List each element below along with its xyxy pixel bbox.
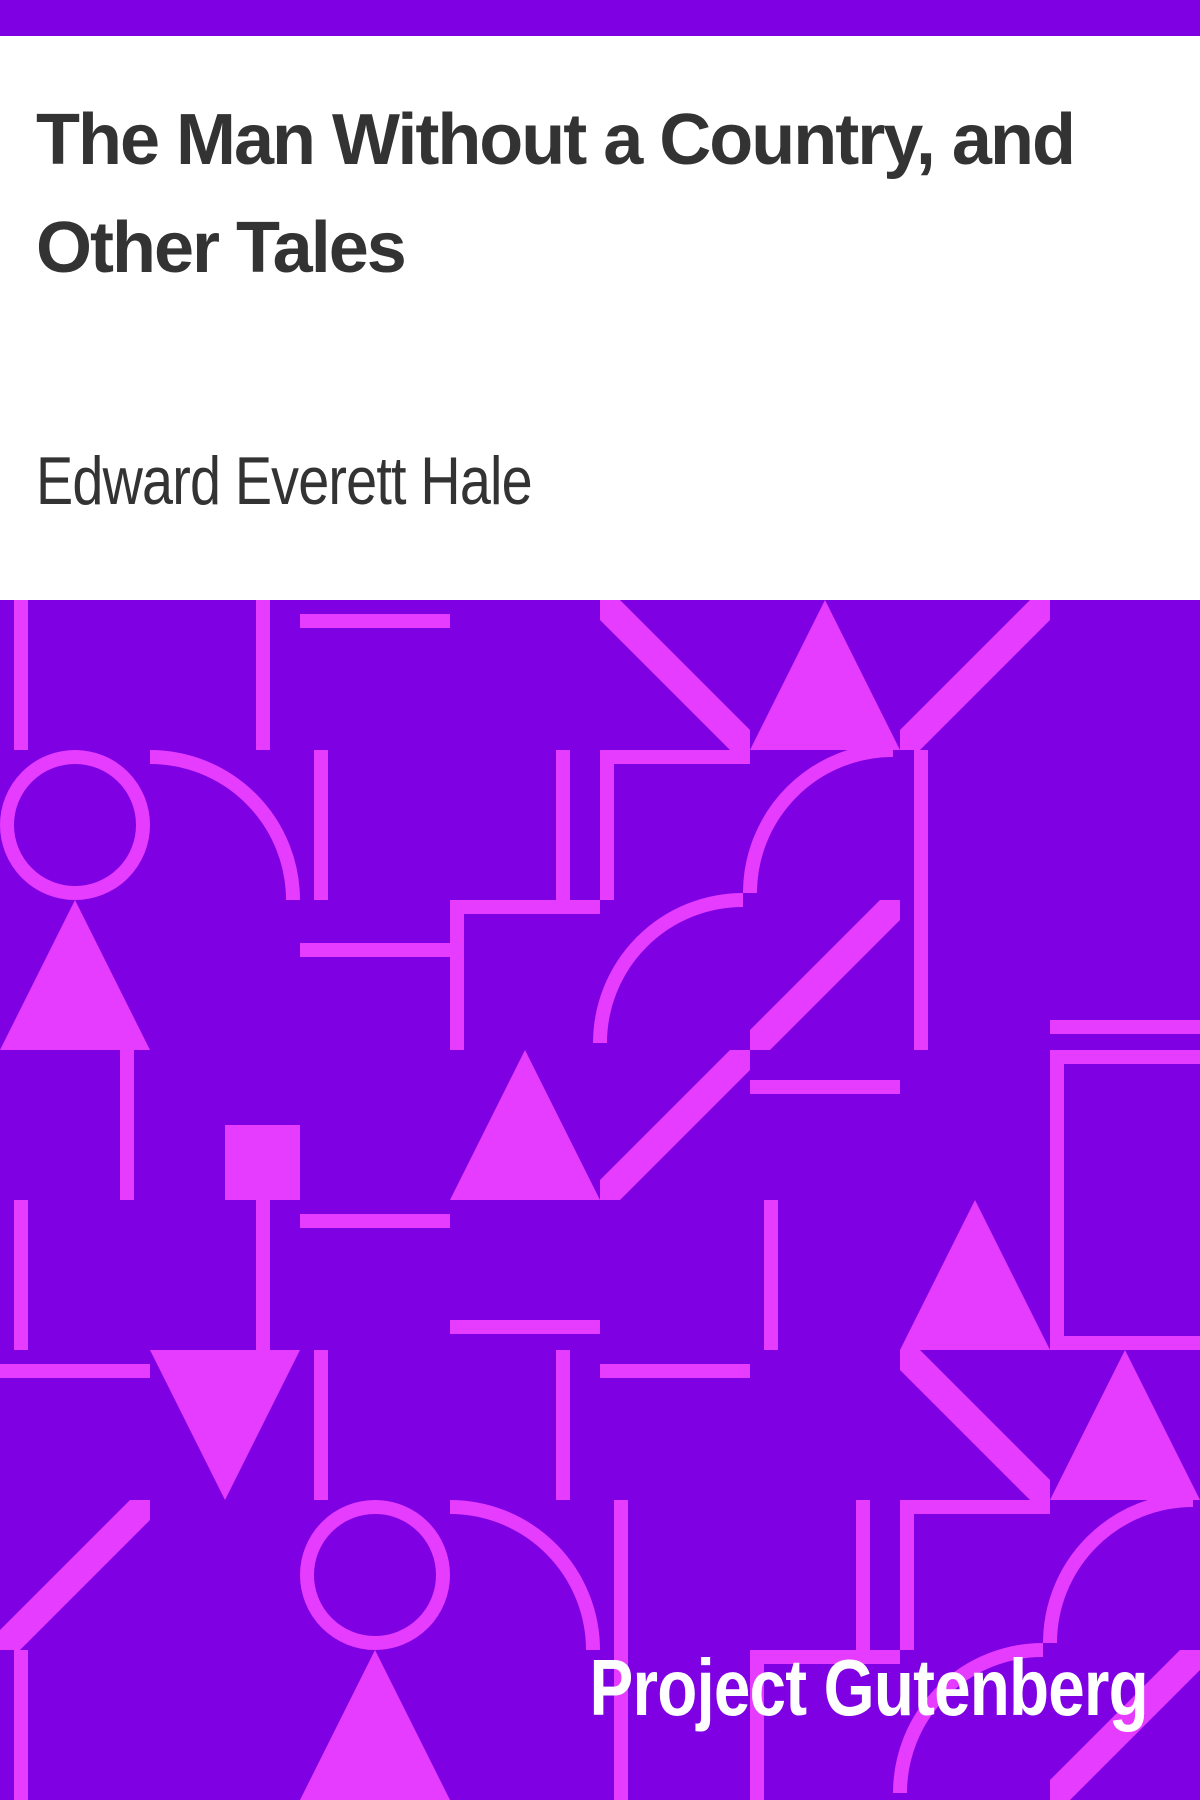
pattern-shape bbox=[614, 1500, 628, 1650]
pattern-shape bbox=[300, 614, 450, 628]
pattern-shape bbox=[300, 943, 450, 957]
pattern-shape bbox=[914, 750, 928, 1050]
pattern-shape bbox=[450, 900, 600, 914]
book-title: The Man Without a Country, and Other Tal… bbox=[36, 100, 1076, 288]
pattern-shape bbox=[600, 750, 750, 764]
book-cover: The Man Without a Country, and Other Tal… bbox=[0, 0, 1200, 1800]
pattern-shape bbox=[1050, 1050, 1064, 1350]
pattern-shape bbox=[300, 1214, 450, 1228]
pattern-shape bbox=[450, 1320, 600, 1334]
pattern-shape bbox=[556, 1350, 570, 1500]
geometric-pattern bbox=[0, 600, 1200, 1800]
pattern-shape bbox=[120, 1050, 134, 1200]
pattern-shape bbox=[1050, 1020, 1200, 1034]
pattern-shape bbox=[556, 750, 570, 900]
pattern-shape bbox=[14, 600, 28, 750]
pattern-shape bbox=[1050, 1050, 1200, 1064]
pattern-shape bbox=[600, 750, 614, 900]
book-author: Edward Everett Hale bbox=[36, 443, 533, 519]
pattern-shape bbox=[256, 600, 270, 750]
pattern-shape bbox=[856, 1500, 870, 1650]
pattern-shape bbox=[764, 1200, 778, 1350]
pattern-shape bbox=[900, 1500, 1050, 1514]
pattern-shape bbox=[14, 1200, 28, 1350]
cover-header: The Man Without a Country, and Other Tal… bbox=[0, 36, 1200, 600]
pattern-shape bbox=[14, 1650, 28, 1800]
pattern-shape bbox=[900, 1500, 914, 1650]
pattern-shape bbox=[225, 1125, 300, 1200]
pattern-shape bbox=[256, 1200, 270, 1350]
pattern-shape bbox=[1050, 1336, 1200, 1350]
publisher-logo-text: Project Gutenberg bbox=[589, 1643, 1149, 1732]
pattern-shape bbox=[314, 1350, 328, 1500]
pattern-shape bbox=[750, 1080, 900, 1094]
pattern-shape bbox=[314, 750, 328, 900]
pattern-shape bbox=[600, 1364, 750, 1378]
top-color-bar bbox=[0, 0, 1200, 36]
pattern-shape bbox=[0, 1364, 150, 1378]
pattern-shape bbox=[450, 900, 464, 1050]
